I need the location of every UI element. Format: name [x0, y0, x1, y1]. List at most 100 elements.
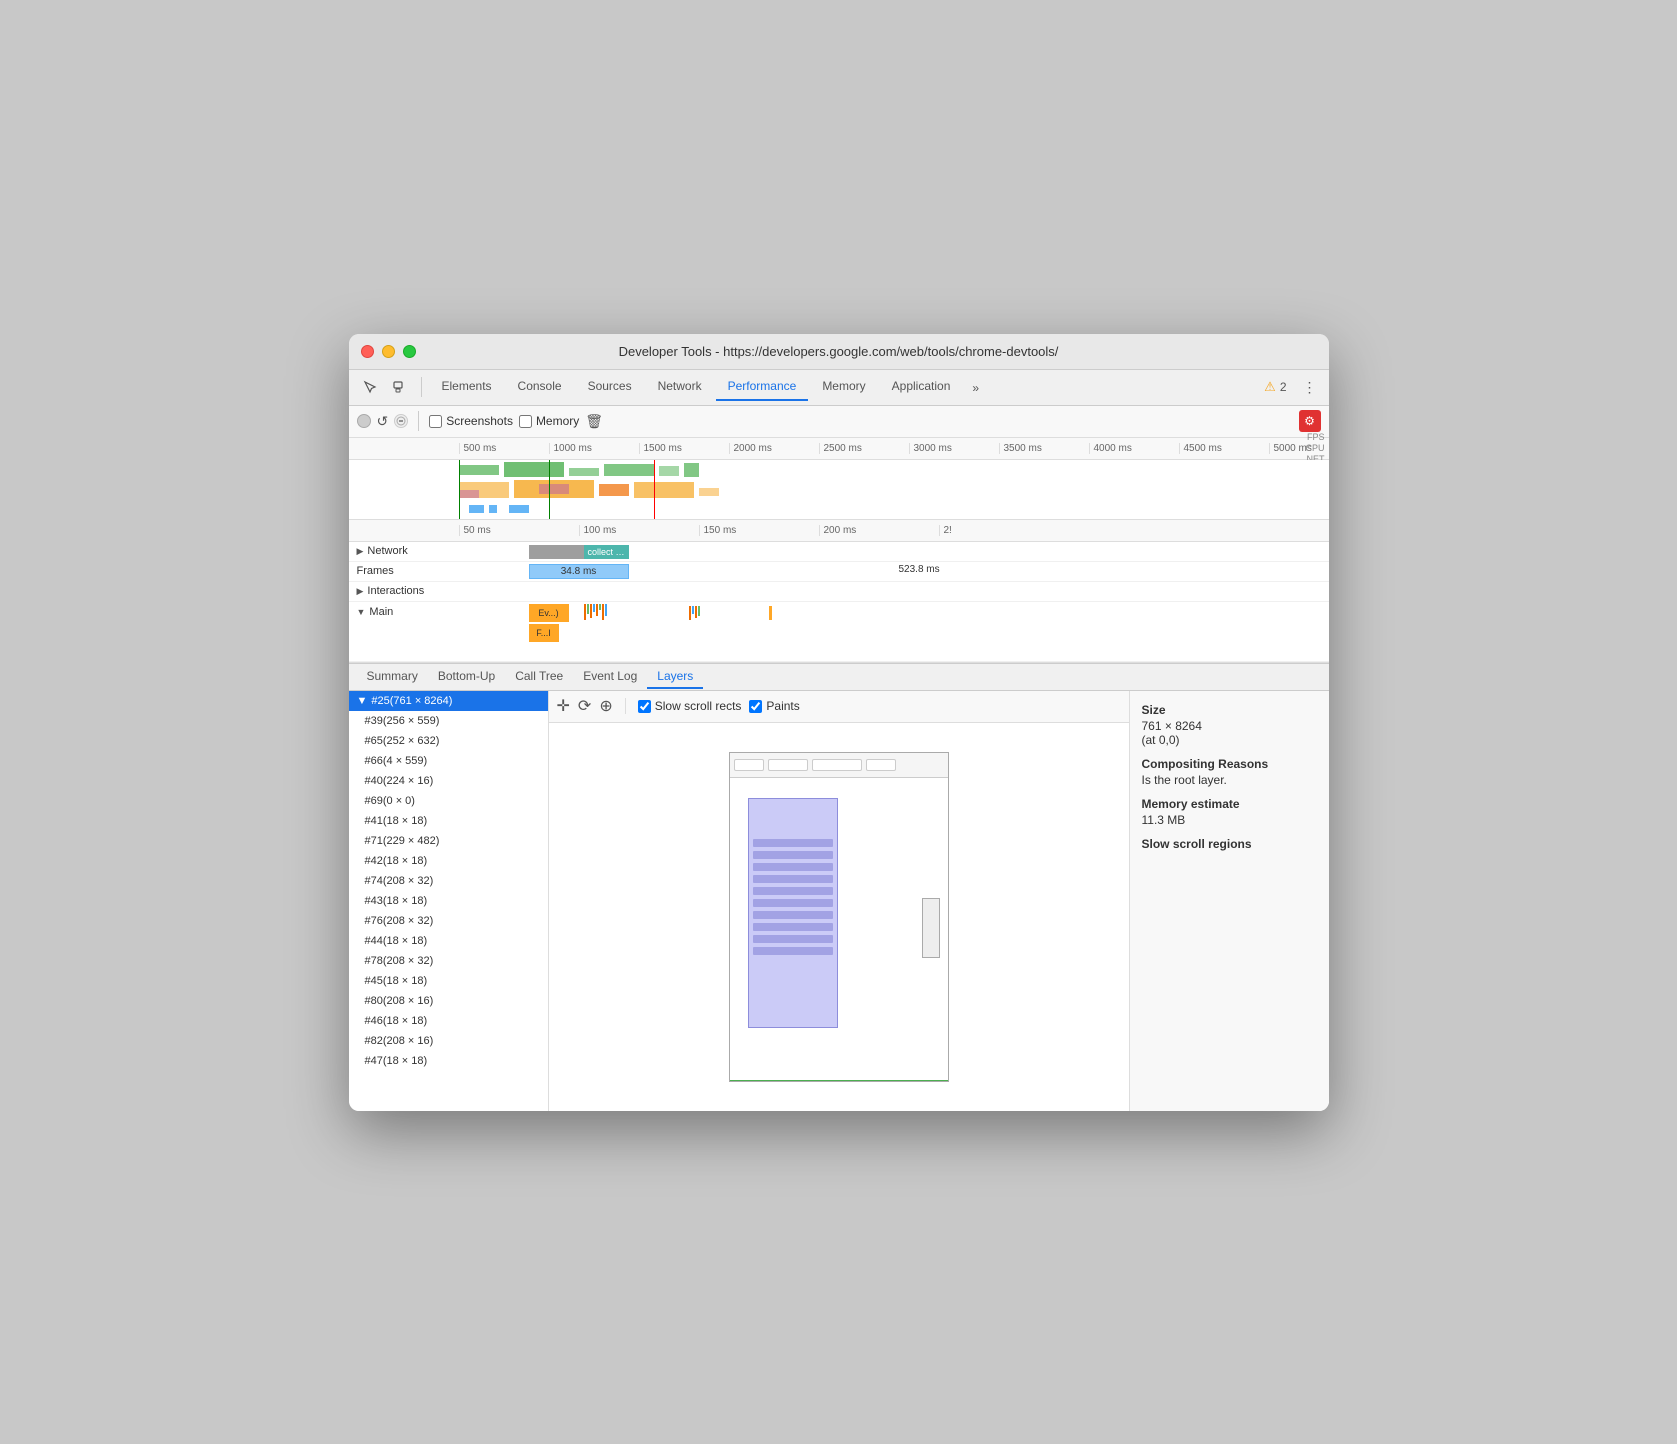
pan2-button[interactable]: ⊕: [599, 696, 612, 716]
layer-item-69[interactable]: #69(0 × 0): [349, 791, 548, 811]
layer-item-47[interactable]: #47(18 × 18): [349, 1051, 548, 1071]
layer-item-80[interactable]: #80(208 × 16): [349, 991, 548, 1011]
window-title: Developer Tools - https://developers.goo…: [619, 344, 1059, 359]
devtools-toolbar: Elements Console Sources Network Perform…: [349, 370, 1329, 406]
paints-text: Paints: [766, 699, 799, 713]
layer-item-44[interactable]: #44(18 × 18): [349, 931, 548, 951]
layer-item-43[interactable]: #43(18 × 18): [349, 891, 548, 911]
canvas-list-row-4: [753, 875, 833, 883]
layers-canvas-area[interactable]: [549, 723, 1129, 1111]
layer-item-40[interactable]: #40(224 × 16): [349, 771, 548, 791]
memory-checkbox-label[interactable]: Memory: [519, 414, 579, 428]
close-button[interactable]: [361, 345, 374, 358]
layers-canvas-wrapper: ✛ ⟳ ⊕ Slow scroll rects Paints: [549, 691, 1129, 1111]
memory-estimate-value: 11.3 MB: [1142, 813, 1317, 827]
size-position: (at 0,0): [1142, 733, 1180, 747]
tab-application[interactable]: Application: [880, 373, 963, 401]
layer-item-74[interactable]: #74(208 × 32): [349, 871, 548, 891]
frame-bar-1: 34.8 ms: [529, 564, 629, 579]
canvas-list-items: [753, 839, 833, 955]
tab-layers[interactable]: Layers: [647, 665, 703, 689]
lower-tick-100: 100 ms: [579, 525, 699, 536]
layer-item-root[interactable]: ▼ #25(761 × 8264): [349, 691, 548, 711]
tab-summary[interactable]: Summary: [357, 665, 428, 689]
pan-button[interactable]: ✛: [557, 696, 570, 716]
main-expand-icon[interactable]: ▼: [357, 607, 366, 617]
tab-memory[interactable]: Memory: [810, 373, 877, 401]
warning-count[interactable]: ⚠ 2: [1256, 379, 1294, 395]
tab-sources[interactable]: Sources: [576, 373, 644, 401]
lower-timeline-ruler: 50 ms 100 ms 150 ms 200 ms 2!: [349, 520, 1329, 542]
lower-ruler-ticks: 50 ms 100 ms 150 ms 200 ms 2!: [459, 525, 1329, 536]
mini-bar-5: [596, 604, 598, 616]
screenshots-checkbox-label[interactable]: Screenshots: [429, 414, 513, 428]
size-value: 761 × 8264 (at 0,0): [1142, 719, 1317, 747]
time-cursor: [654, 460, 655, 519]
tick-2500: 2500 ms: [819, 443, 909, 454]
device-toggle-button[interactable]: [387, 374, 413, 400]
minimize-button[interactable]: [382, 345, 395, 358]
interactions-label[interactable]: ▶ Interactions: [349, 585, 459, 597]
tab-performance[interactable]: Performance: [716, 373, 809, 401]
canvas-list-row-7: [753, 911, 833, 919]
layer-item-76[interactable]: #76(208 × 32): [349, 911, 548, 931]
maximize-button[interactable]: [403, 345, 416, 358]
clear-button[interactable]: 🗑: [585, 413, 603, 430]
more-tabs-button[interactable]: »: [964, 375, 987, 401]
slow-scroll-label[interactable]: Slow scroll rects: [638, 699, 742, 713]
layer-item-42[interactable]: #42(18 × 18): [349, 851, 548, 871]
tick-500: 500 ms: [459, 443, 549, 454]
tab-bottom-up[interactable]: Bottom-Up: [428, 665, 505, 689]
inspect-mode-button[interactable]: [357, 374, 383, 400]
ev-bar: Ev...): [529, 604, 569, 622]
settings-button[interactable]: ⚙: [1299, 410, 1321, 432]
compositing-info: Compositing Reasons Is the root layer.: [1142, 757, 1317, 787]
reload-record-button[interactable]: ↺: [377, 413, 389, 430]
tab-network[interactable]: Network: [646, 373, 714, 401]
layer-item-45[interactable]: #45(18 × 18): [349, 971, 548, 991]
timeline-overview[interactable]: [349, 460, 1329, 520]
layer-item-46[interactable]: #46(18 × 18): [349, 1011, 548, 1031]
network-label[interactable]: ▶ Network: [349, 545, 459, 557]
layer-item-41[interactable]: #41(18 × 18): [349, 811, 548, 831]
tab-elements[interactable]: Elements: [430, 373, 504, 401]
layer-item-65[interactable]: #65(252 × 632): [349, 731, 548, 751]
mini-bar-1: [584, 604, 586, 620]
layer-item-39[interactable]: #39(256 × 559): [349, 711, 548, 731]
canvas-container: [729, 752, 949, 1082]
bottom-tabs: Summary Bottom-Up Call Tree Event Log La…: [349, 663, 1329, 691]
paints-label[interactable]: Paints: [749, 699, 799, 713]
layer-item-66[interactable]: #66(4 × 559): [349, 751, 548, 771]
toolbar-separator-1: [421, 377, 422, 397]
main-label[interactable]: ▼ Main: [349, 602, 459, 618]
stop-button[interactable]: [394, 414, 408, 428]
tab-call-tree[interactable]: Call Tree: [505, 665, 573, 689]
canvas-content-area: [730, 778, 948, 1081]
paints-checkbox[interactable]: [749, 700, 762, 713]
tab-console[interactable]: Console: [506, 373, 574, 401]
screenshots-checkbox[interactable]: [429, 415, 442, 428]
tick-1500: 1500 ms: [639, 443, 729, 454]
canvas-chrome-input2: [768, 759, 808, 771]
layer-item-78[interactable]: #78(208 × 32): [349, 951, 548, 971]
layer-item-82[interactable]: #82(208 × 16): [349, 1031, 548, 1051]
tick-3000: 3000 ms: [909, 443, 999, 454]
menu-button[interactable]: ⋮: [1299, 373, 1321, 402]
record-button[interactable]: [357, 414, 371, 428]
rotate-button[interactable]: ⟳: [578, 696, 591, 716]
canvas-scrollbar: [922, 898, 940, 958]
layer-item-71[interactable]: #71(229 × 482): [349, 831, 548, 851]
layers-panel: ▼ #25(761 × 8264) #39(256 × 559) #65(252…: [349, 691, 1329, 1111]
tab-event-log[interactable]: Event Log: [573, 665, 647, 689]
size-dimensions: 761 × 8264: [1142, 719, 1202, 733]
network-expand-icon[interactable]: ▶: [357, 546, 364, 557]
mini-bar-6: [599, 604, 601, 610]
devtools-window: Developer Tools - https://developers.goo…: [349, 334, 1329, 1111]
memory-checkbox[interactable]: [519, 415, 532, 428]
ruler-ticks-container: 500 ms 1000 ms 1500 ms 2000 ms 2500 ms 3…: [459, 443, 1329, 454]
slow-scroll-checkbox[interactable]: [638, 700, 651, 713]
interactions-expand-icon[interactable]: ▶: [357, 586, 364, 597]
mini-bars: [584, 604, 607, 620]
toolbar-sep-layers: [625, 698, 626, 714]
mini-bars-2: [689, 606, 700, 620]
